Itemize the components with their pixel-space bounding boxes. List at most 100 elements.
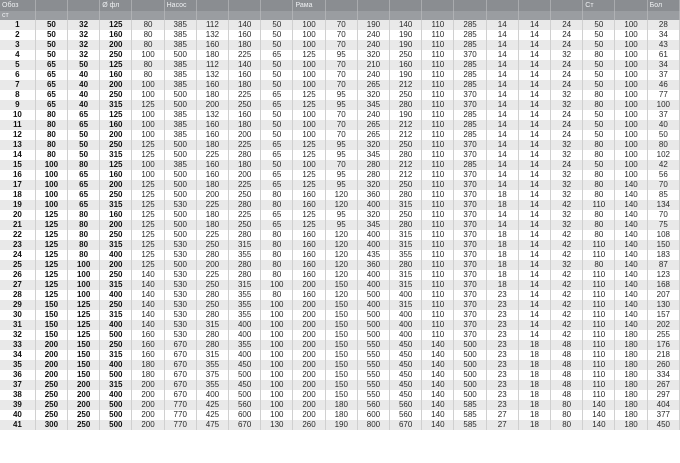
table-cell: 24 bbox=[550, 160, 584, 170]
table-cell: 70 bbox=[325, 120, 358, 130]
table-cell: 125 bbox=[292, 210, 326, 220]
table-cell: 355 bbox=[389, 250, 423, 260]
header-cell bbox=[67, 11, 101, 20]
table-cell: 70 bbox=[325, 20, 358, 30]
table-row: 4 50 32 250 100 500 180 225 65 125 95 320 250 110 370 1… bbox=[0, 50, 680, 60]
table-cell: 50 bbox=[582, 40, 616, 50]
table-cell: 18 bbox=[486, 240, 519, 250]
table-cell: 80 bbox=[582, 180, 616, 190]
table-cell: 100 bbox=[131, 110, 165, 120]
header-cell: Рама bbox=[292, 0, 326, 11]
table-cell: 110 bbox=[421, 140, 455, 150]
table-cell: 85 bbox=[647, 190, 680, 200]
header-cell bbox=[389, 0, 423, 11]
table-cell: 87 bbox=[647, 260, 680, 270]
table-cell: 110 bbox=[421, 90, 455, 100]
table-cell: 100 bbox=[35, 180, 69, 190]
table-cell: 280 bbox=[196, 340, 230, 350]
table-cell: 40 bbox=[67, 70, 101, 80]
table-cell: 65 bbox=[67, 190, 101, 200]
table-cell: 140 bbox=[614, 240, 648, 250]
table-row: 19 100 65 315 125 530 225 280 80 160 120 400 315 110 3… bbox=[0, 200, 680, 210]
table-cell: 100 bbox=[614, 30, 648, 40]
table-cell: 550 bbox=[357, 370, 391, 380]
table-cell: 75 bbox=[647, 220, 680, 230]
table-cell: 315 bbox=[389, 280, 423, 290]
table-cell: 14 bbox=[518, 120, 552, 130]
row-number-cell: 24 bbox=[0, 250, 36, 260]
table-row: 1 50 32 125 80 385 112 140 50 100 70 190 140 110 285 14… bbox=[0, 20, 680, 30]
table-cell: 265 bbox=[357, 80, 391, 90]
table-cell: 315 bbox=[99, 350, 133, 360]
table-row: 10 80 65 125 100 385 132 160 50 100 70 240 190 110 285… bbox=[0, 110, 680, 120]
table-cell: 110 bbox=[421, 270, 455, 280]
table-cell: 14 bbox=[486, 180, 519, 190]
table-cell: 48 bbox=[550, 390, 584, 400]
table-cell: 370 bbox=[453, 230, 487, 240]
table-cell: 50 bbox=[260, 160, 294, 170]
table-cell: 18 bbox=[518, 360, 552, 370]
table-row: 15 100 80 125 100 385 160 180 50 100 70 280 212 110 28… bbox=[0, 160, 680, 170]
table-cell: 100 bbox=[260, 390, 294, 400]
table-cell: 42 bbox=[550, 330, 584, 340]
table-cell: 110 bbox=[421, 320, 455, 330]
table-cell: 600 bbox=[228, 410, 262, 420]
table-cell: 560 bbox=[389, 400, 423, 410]
table-cell: 125 bbox=[292, 170, 326, 180]
table-cell: 80 bbox=[67, 210, 101, 220]
table-cell: 200 bbox=[292, 320, 326, 330]
table-cell: 200 bbox=[196, 100, 230, 110]
table-cell: 400 bbox=[99, 290, 133, 300]
table-cell: 110 bbox=[582, 340, 616, 350]
table-cell: 200 bbox=[131, 390, 165, 400]
header-row-secondary: ст bbox=[0, 11, 680, 20]
table-cell: 140 bbox=[228, 60, 262, 70]
table-row: 6 65 40 160 80 385 132 160 50 100 70 240 190 110 285 14… bbox=[0, 70, 680, 80]
table-cell: 200 bbox=[292, 280, 326, 290]
table-cell: 280 bbox=[196, 310, 230, 320]
table-cell: 285 bbox=[453, 120, 487, 130]
header-cell bbox=[196, 0, 230, 11]
table-cell: 120 bbox=[325, 200, 358, 210]
table-cell: 80 bbox=[260, 230, 294, 240]
table-cell: 550 bbox=[357, 390, 391, 400]
table-cell: 355 bbox=[196, 380, 230, 390]
table-cell: 34 bbox=[647, 30, 680, 40]
table-cell: 130 bbox=[260, 420, 294, 430]
table-cell: 18 bbox=[486, 270, 519, 280]
table-cell: 180 bbox=[228, 40, 262, 50]
table-cell: 140 bbox=[614, 320, 648, 330]
table-cell: 32 bbox=[550, 220, 584, 230]
table-cell: 125 bbox=[35, 290, 69, 300]
table-cell: 100 bbox=[260, 320, 294, 330]
table-cell: 110 bbox=[582, 200, 616, 210]
table-cell: 225 bbox=[228, 180, 262, 190]
pump-dimensions-table: Обоз Ø фл Насос Рама Ст Бол ст 1 50 32 125 80 385 1… bbox=[0, 0, 680, 430]
table-cell: 50 bbox=[260, 30, 294, 40]
table-cell: 180 bbox=[614, 410, 648, 420]
table-cell: 42 bbox=[550, 250, 584, 260]
row-number-cell: 39 bbox=[0, 400, 36, 410]
table-cell: 160 bbox=[228, 110, 262, 120]
table-cell: 400 bbox=[389, 320, 423, 330]
table-cell: 370 bbox=[453, 310, 487, 320]
table-cell: 65 bbox=[260, 170, 294, 180]
table-cell: 110 bbox=[582, 370, 616, 380]
header-cell bbox=[292, 11, 326, 20]
table-cell: 360 bbox=[357, 190, 391, 200]
table-cell: 32 bbox=[550, 100, 584, 110]
table-cell: 400 bbox=[228, 320, 262, 330]
table-cell: 400 bbox=[228, 350, 262, 360]
table-cell: 250 bbox=[35, 410, 69, 420]
table-cell: 280 bbox=[196, 250, 230, 260]
table-cell: 65 bbox=[260, 220, 294, 230]
table-cell: 100 bbox=[614, 150, 648, 160]
table-cell: 180 bbox=[196, 50, 230, 60]
table-cell: 160 bbox=[196, 130, 230, 140]
table-cell: 14 bbox=[486, 50, 519, 60]
table-cell: 100 bbox=[131, 50, 165, 60]
table-cell: 450 bbox=[389, 380, 423, 390]
table-cell: 315 bbox=[228, 280, 262, 290]
table-cell: 125 bbox=[131, 190, 165, 200]
table-cell: 280 bbox=[389, 100, 423, 110]
